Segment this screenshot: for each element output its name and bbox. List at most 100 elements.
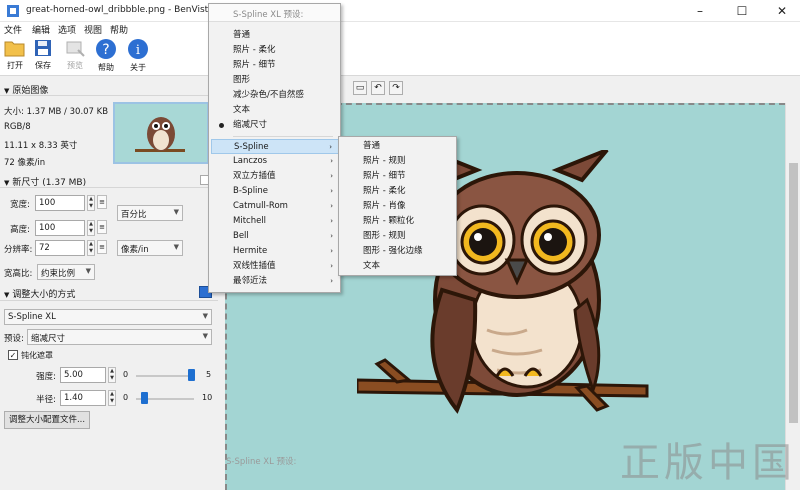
help-button[interactable]: ? 帮助	[91, 38, 121, 74]
menu-view[interactable]: 视图	[84, 23, 102, 36]
image-thumbnail[interactable]	[113, 102, 209, 164]
method-item-lanczos[interactable]: Lanczos ›	[211, 154, 339, 169]
radius-slider-thumb[interactable]	[141, 392, 149, 404]
submenu-arrow-icon: ›	[330, 172, 333, 180]
method-item-b-spline[interactable]: B-Spline ›	[211, 184, 339, 199]
selected-dot-icon	[219, 123, 224, 128]
size-unit-select[interactable]: 百分比 ▼	[117, 205, 183, 221]
collapse-icon: ▼	[4, 87, 10, 95]
preset-footer-label: S-Spline XL 预设:	[226, 457, 297, 467]
method-item-nearest[interactable]: 最邻近法 ›	[211, 274, 339, 289]
method-item-label: Catmull-Rom	[233, 201, 288, 211]
resolution-unit-select[interactable]: 像素/in ▼	[117, 240, 183, 256]
preset-item-downsize[interactable]: 缩减尺寸	[211, 118, 339, 133]
spin-up-icon: ▲	[110, 368, 114, 374]
sharpen-checkbox[interactable]: ✓	[8, 350, 18, 360]
spline-item-graphics-regular[interactable]: 图形 - 规则	[341, 229, 455, 244]
spin-up-icon: ▲	[89, 241, 93, 247]
method-item-bilinear[interactable]: 双线性插值 ›	[211, 259, 339, 274]
preset-item-graphics[interactable]: 图形	[211, 73, 339, 88]
strength-slider-thumb[interactable]	[188, 369, 196, 381]
save-label: 保存	[35, 61, 51, 70]
spline-item-graphics-edges[interactable]: 图形 - 强化边缘	[341, 244, 455, 259]
original-dimensions: 11.11 x 8.33 英寸	[4, 141, 78, 151]
spline-item-text[interactable]: 文本	[341, 259, 455, 274]
close-button[interactable]: ✕	[762, 0, 800, 22]
strength-slider[interactable]	[136, 375, 194, 377]
method-item-bell[interactable]: Bell ›	[211, 229, 339, 244]
aspect-select[interactable]: 约束比例 ▼	[37, 264, 95, 280]
menu-options[interactable]: 选项	[58, 23, 76, 36]
preset-item-text[interactable]: 文本	[211, 103, 339, 118]
link-height-icon[interactable]: ≡	[97, 220, 107, 234]
strength-input[interactable]: 5.00	[60, 367, 106, 383]
preset-label: 预设:	[4, 334, 24, 344]
spline-item-photo-grain[interactable]: 照片 - 颗粒化	[341, 214, 455, 229]
spline-item-photo-regular[interactable]: 照片 - 规则	[341, 154, 455, 169]
method-item-s-spline[interactable]: S-Spline ›	[211, 139, 339, 154]
app-icon	[7, 5, 19, 17]
resolution-unit-value: 像素/in	[121, 245, 149, 255]
preset-item-reduce-noise[interactable]: 减少杂色/不自然感	[211, 88, 339, 103]
rotate-right-icon[interactable]: ↷	[389, 81, 403, 95]
strength-spinner[interactable]: ▲ ▼	[108, 367, 116, 383]
minimize-button[interactable]: –	[680, 0, 720, 22]
menu-help[interactable]: 帮助	[110, 23, 128, 36]
preset-item-photo-detail[interactable]: 照片 - 细节	[211, 58, 339, 73]
watermark: 正版中国	[620, 440, 796, 486]
preview-button[interactable]: 预览	[60, 38, 90, 74]
resize-method-section[interactable]: ▼ 调整大小的方式	[4, 287, 75, 300]
spin-down-icon: ▼	[110, 398, 114, 404]
spline-item-photo-detail[interactable]: 照片 - 细节	[341, 169, 455, 184]
color-mode: RGB/8	[4, 122, 31, 132]
method-item-hermite[interactable]: Hermite ›	[211, 244, 339, 259]
method-item-label: 双线性插值	[233, 261, 276, 271]
open-button[interactable]: 打开	[0, 38, 30, 74]
radius-spinner[interactable]: ▲ ▼	[108, 390, 116, 406]
preset-item-downsize-label: 缩减尺寸	[233, 120, 268, 130]
resolution-input[interactable]: 72	[35, 240, 85, 256]
spline-item-photo-portrait[interactable]: 照片 - 肖像	[341, 199, 455, 214]
menu-bar: 文件 编辑 选项 视图 帮助	[0, 22, 800, 36]
method-item-mitchell[interactable]: Mitchell ›	[211, 214, 339, 229]
preset-item-normal[interactable]: 普通	[211, 28, 339, 43]
save-button[interactable]: 保存	[28, 38, 58, 74]
aspect-value: 约束比例	[41, 269, 76, 279]
resolution-label: 分辨率:	[4, 245, 33, 255]
preset-item-photo-soft[interactable]: 照片 - 柔化	[211, 43, 339, 58]
fit-icon[interactable]: ▭	[353, 81, 367, 95]
resize-profile-button[interactable]: 调整大小配置文件...	[4, 411, 90, 429]
size-unit-value: 百分比	[121, 210, 147, 220]
preset-select[interactable]: 缩减尺寸 ▼	[27, 329, 212, 345]
method-item-catmull-rom[interactable]: Catmull-Rom ›	[211, 199, 339, 214]
width-input[interactable]: 100	[35, 195, 85, 211]
menu-edit[interactable]: 编辑	[32, 23, 50, 36]
preset-menu-header: S-Spline XL 预设:	[209, 4, 340, 22]
scrollbar-thumb[interactable]	[789, 163, 798, 423]
link-resolution-icon[interactable]: ≡	[97, 240, 107, 254]
radius-input[interactable]: 1.40	[60, 390, 106, 406]
spin-down-icon: ▼	[89, 203, 93, 209]
submenu-arrow-icon: ›	[330, 277, 333, 285]
about-label: 关于	[130, 63, 146, 72]
method-item-label: Lanczos	[233, 156, 268, 166]
rotate-left-icon[interactable]: ↶	[371, 81, 385, 95]
maximize-button[interactable]: ☐	[722, 0, 762, 22]
menu-file[interactable]: 文件	[4, 23, 22, 36]
width-spinner[interactable]: ▲ ▼	[87, 195, 95, 211]
height-spinner[interactable]: ▲ ▼	[87, 220, 95, 236]
submenu-arrow-icon: ›	[330, 262, 333, 270]
floppy-icon	[35, 40, 51, 56]
chevron-down-icon: ▼	[173, 208, 179, 216]
about-button[interactable]: i 关于	[123, 38, 153, 74]
method-item-bicubic[interactable]: 双立方插值 ›	[211, 169, 339, 184]
svg-text:?: ?	[102, 42, 109, 58]
spline-item-photo-soft[interactable]: 照片 - 柔化	[341, 184, 455, 199]
strength-label: 强度:	[36, 372, 56, 382]
method-select[interactable]: S-Spline XL ▼	[4, 309, 212, 325]
height-input[interactable]: 100	[35, 220, 85, 236]
spline-item-normal[interactable]: 普通	[341, 139, 455, 154]
submenu-arrow-icon: ›	[330, 187, 333, 195]
resolution-spinner[interactable]: ▲ ▼	[87, 240, 95, 256]
link-width-icon[interactable]: ≡	[97, 195, 107, 209]
